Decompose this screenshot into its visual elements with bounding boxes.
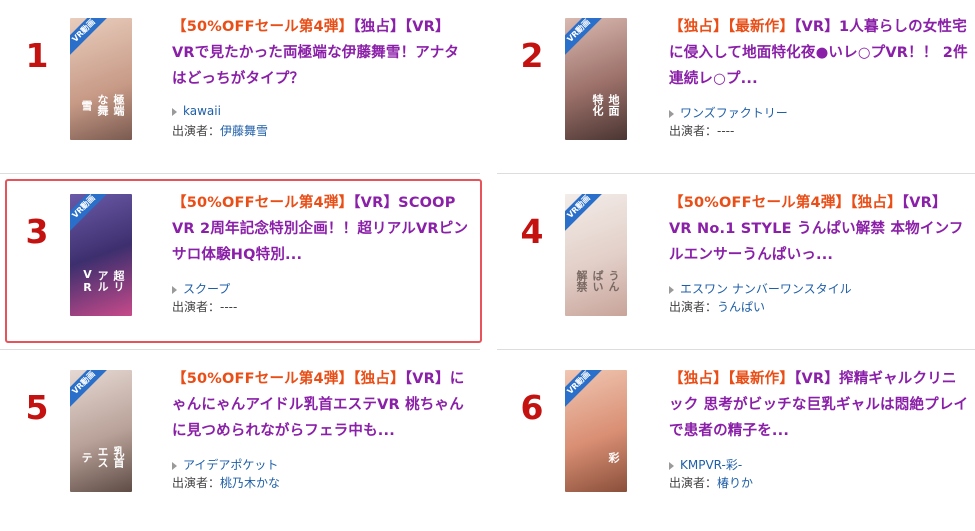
cast-link[interactable]: 伊藤舞雪 xyxy=(220,124,268,138)
ranking-item[interactable]: 4 VR動画 うんぱい解禁 【50%OFFセール第4弾】【独占】【VR】VR N… xyxy=(497,190,975,355)
cast-line: 出演者：椿りか xyxy=(669,476,754,490)
vr-badge: VR動画 xyxy=(565,18,606,58)
product-thumbnail[interactable]: VR動画 地面特化 xyxy=(565,18,627,140)
rank-number: 3 xyxy=(25,212,49,251)
product-title[interactable]: 【50%OFFセール第4弾】【VR】SCOOP VR 2周年記念特別企画！！超リ… xyxy=(172,190,472,268)
product-thumbnail[interactable]: VR動画 彩 xyxy=(565,370,627,492)
rank-number: 4 xyxy=(520,212,544,251)
ranking-item[interactable]: 5 VR動画 乳首エステ 【50%OFFセール第4弾】【独占】【VR】にゃんにゃ… xyxy=(0,366,480,531)
vr-badge: VR動画 xyxy=(565,370,606,410)
ranking-item[interactable]: 6 VR動画 彩 【独占】【最新作】【VR】搾精ギャルクリニック 思考がビッチな… xyxy=(497,366,975,531)
arrow-right-icon xyxy=(669,285,674,294)
vr-badge: VR動画 xyxy=(70,194,111,234)
cast-link[interactable]: 椿りか xyxy=(717,476,753,490)
cast-line: 出演者：桃乃木かな xyxy=(172,476,281,490)
thumbnail-caption: 地面特化 xyxy=(591,94,620,116)
maker-link[interactable]: スクープ xyxy=(172,280,230,297)
cast-line: 出演者：---- xyxy=(669,124,735,138)
thumbnail-caption: 極端な舞雪 xyxy=(80,94,125,116)
maker-link[interactable]: エスワン ナンバーワンスタイル xyxy=(669,280,852,297)
vr-badge: VR動画 xyxy=(70,370,111,410)
cast-line: 出演者：伊藤舞雪 xyxy=(172,124,269,138)
vr-badge: VR動画 xyxy=(565,194,606,234)
product-thumbnail[interactable]: VR動画 うんぱい解禁 xyxy=(565,194,627,316)
cast-link[interactable]: ---- xyxy=(220,300,237,314)
arrow-right-icon xyxy=(669,461,674,470)
maker-link[interactable]: アイデアポケット xyxy=(172,456,278,473)
thumbnail-caption: 乳首エステ xyxy=(80,446,125,468)
arrow-right-icon xyxy=(172,285,177,294)
maker-link[interactable]: kawaii xyxy=(172,104,221,118)
cast-line: 出演者：うんぱい xyxy=(669,300,766,314)
rank-number: 1 xyxy=(25,36,49,75)
thumbnail-caption: 彩 xyxy=(607,451,620,463)
ranking-item[interactable]: 3 VR動画 超リアルVR 【50%OFFセール第4弾】【VR】SCOOP VR… xyxy=(0,190,480,355)
product-thumbnail[interactable]: VR動画 超リアルVR xyxy=(70,194,132,316)
product-title[interactable]: 【独占】【最新作】【VR】1人暮らしの女性宅に侵入して地面特化夜●いレ○プVR！… xyxy=(669,14,969,92)
arrow-right-icon xyxy=(172,461,177,470)
vr-badge: VR動画 xyxy=(70,18,111,58)
cast-line: 出演者：---- xyxy=(172,300,238,314)
maker-link[interactable]: KMPVR-彩- xyxy=(669,456,742,473)
ranking-item[interactable]: 2 VR動画 地面特化 【独占】【最新作】【VR】1人暮らしの女性宅に侵入して地… xyxy=(497,14,975,179)
product-thumbnail[interactable]: VR動画 極端な舞雪 xyxy=(70,18,132,140)
maker-link[interactable]: ワンズファクトリー xyxy=(669,104,788,121)
rank-number: 6 xyxy=(520,388,544,427)
product-title[interactable]: 【50%OFFセール第4弾】【独占】【VR】VRで見たかった両極端な伊藤舞雪！ア… xyxy=(172,14,472,92)
cast-link[interactable]: うんぱい xyxy=(717,300,765,314)
ranking-item[interactable]: 1 VR動画 極端な舞雪 【50%OFFセール第4弾】【独占】【VR】VRで見た… xyxy=(0,14,480,179)
product-title[interactable]: 【独占】【最新作】【VR】搾精ギャルクリニック 思考がビッチな巨乳ギャルは悶絶プ… xyxy=(669,366,969,444)
rank-number: 5 xyxy=(25,388,49,427)
arrow-right-icon xyxy=(172,107,177,116)
cast-link[interactable]: 桃乃木かな xyxy=(220,476,280,490)
product-thumbnail[interactable]: VR動画 乳首エステ xyxy=(70,370,132,492)
cast-link[interactable]: ---- xyxy=(717,124,734,138)
thumbnail-caption: 超リアルVR xyxy=(81,268,125,294)
arrow-right-icon xyxy=(669,109,674,118)
product-title[interactable]: 【50%OFFセール第4弾】【独占】【VR】にゃんにゃんアイドル乳首エステVR … xyxy=(172,366,472,444)
rank-number: 2 xyxy=(520,36,544,75)
product-title[interactable]: 【50%OFFセール第4弾】【独占】【VR】VR No.1 STYLE うんぱい… xyxy=(669,190,969,268)
thumbnail-caption: うんぱい解禁 xyxy=(575,270,620,292)
